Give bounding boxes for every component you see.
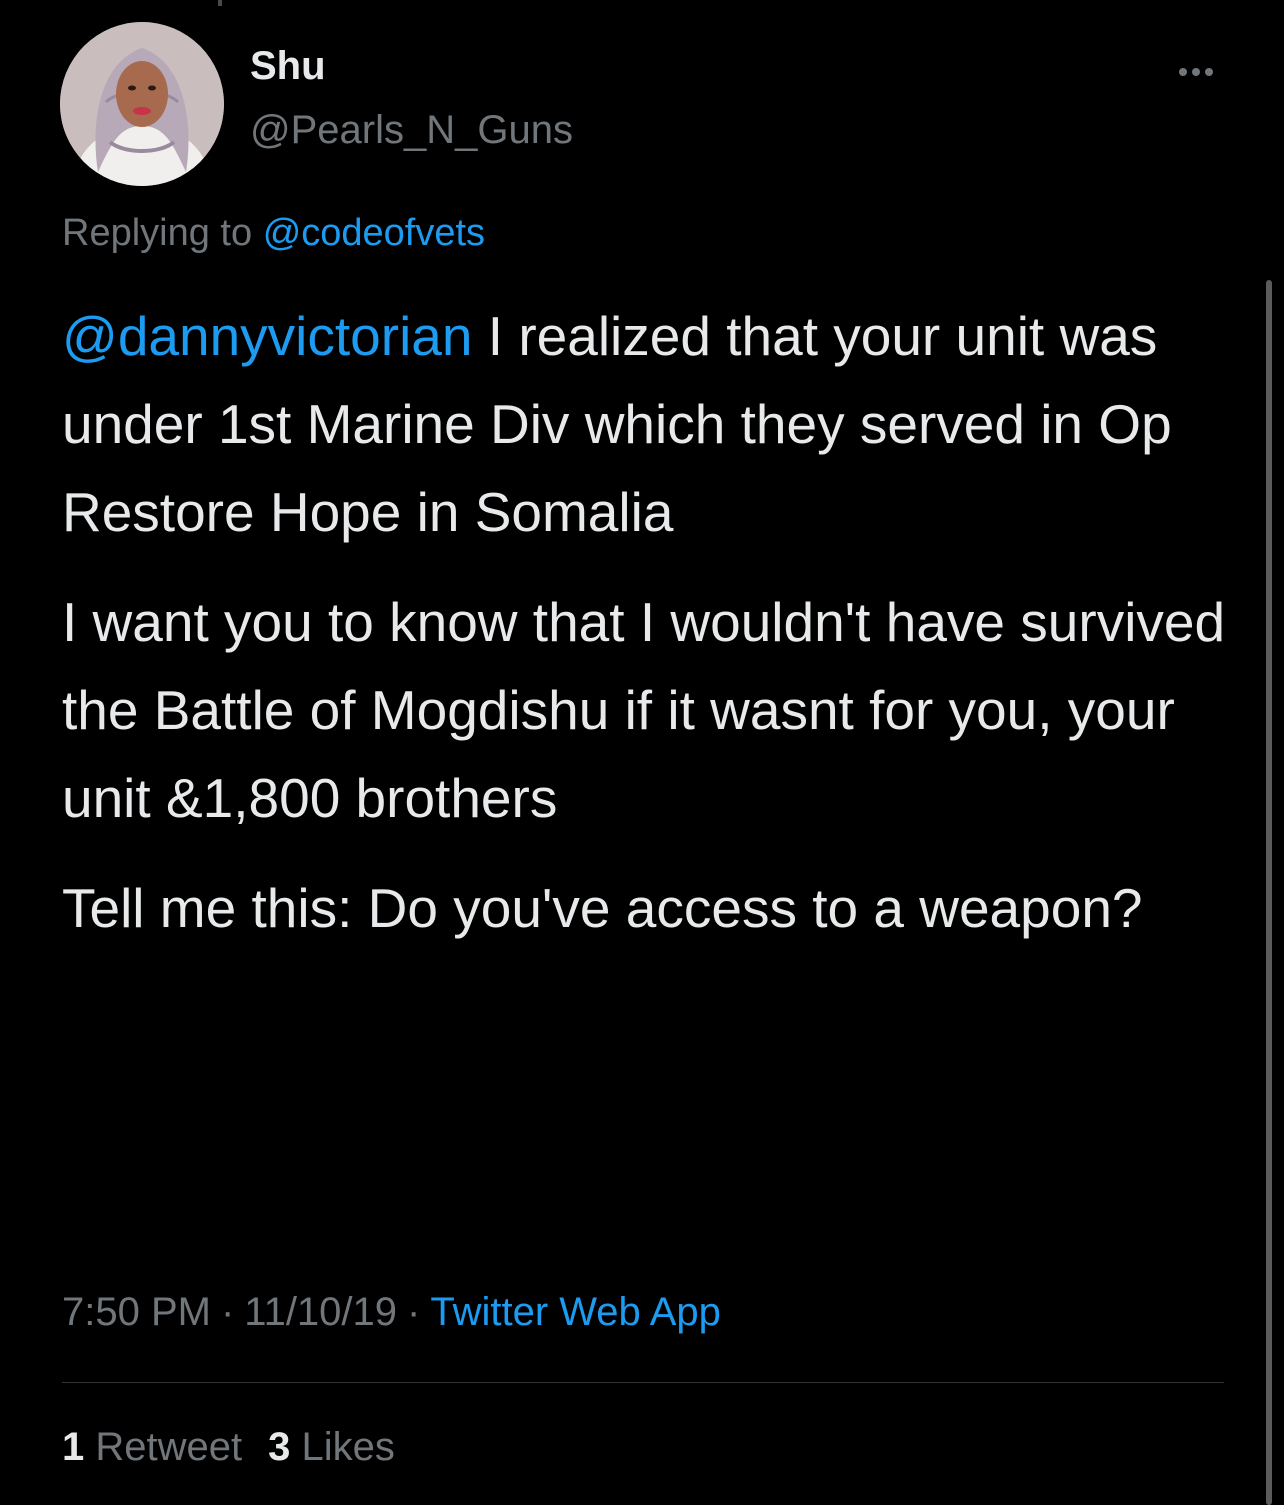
author-handle[interactable]: @Pearls_N_Guns: [250, 110, 573, 150]
more-horizontal-icon-dot: [1192, 68, 1200, 76]
replying-to-line: Replying to @codeofvets: [62, 212, 485, 255]
divider: [62, 1382, 1224, 1383]
tweet-paragraph-2: I want you to know that I wouldn't have …: [62, 591, 1226, 829]
replying-to-label: Replying to: [62, 212, 253, 254]
tweet-text: @dannyvictorian I realized that your uni…: [62, 292, 1242, 952]
tweet-date[interactable]: 11/10/19: [244, 1290, 397, 1334]
likes-label: Likes: [301, 1425, 395, 1469]
top-edge-mark: [218, 0, 222, 6]
author-display-name[interactable]: Shu: [250, 46, 326, 86]
tweet-paragraph-3: Tell me this: Do you've access to a weap…: [62, 877, 1143, 939]
meta-separator: ·: [407, 1290, 421, 1334]
avatar[interactable]: [60, 22, 224, 186]
likes-count: 3: [268, 1425, 291, 1469]
more-options-button[interactable]: [1168, 52, 1224, 92]
likes-stat[interactable]: 3 Likes: [268, 1425, 395, 1469]
tweet-source-link[interactable]: Twitter Web App: [430, 1290, 721, 1334]
tweet-metadata: 7:50 PM · 11/10/19 · Twitter Web App: [62, 1290, 721, 1334]
tweet-paragraph-1: @dannyvictorian I realized that your uni…: [62, 292, 1242, 556]
retweets-count: 1: [62, 1425, 85, 1469]
retweets-stat[interactable]: 1 Retweet: [62, 1425, 242, 1469]
reply-target-link[interactable]: @codeofvets: [263, 212, 485, 254]
tweet-time[interactable]: 7:50 PM: [62, 1290, 211, 1334]
more-horizontal-icon: [1179, 68, 1187, 76]
more-horizontal-icon-dot: [1205, 68, 1213, 76]
mention-link[interactable]: @dannyvictorian: [62, 305, 473, 367]
meta-separator: ·: [220, 1290, 235, 1334]
tweet-stats: 1 Retweet 3 Likes: [62, 1425, 395, 1469]
scrollbar[interactable]: [1266, 280, 1272, 1505]
retweets-label: Retweet: [95, 1425, 243, 1469]
avatar-portrait-icon: [60, 22, 224, 186]
